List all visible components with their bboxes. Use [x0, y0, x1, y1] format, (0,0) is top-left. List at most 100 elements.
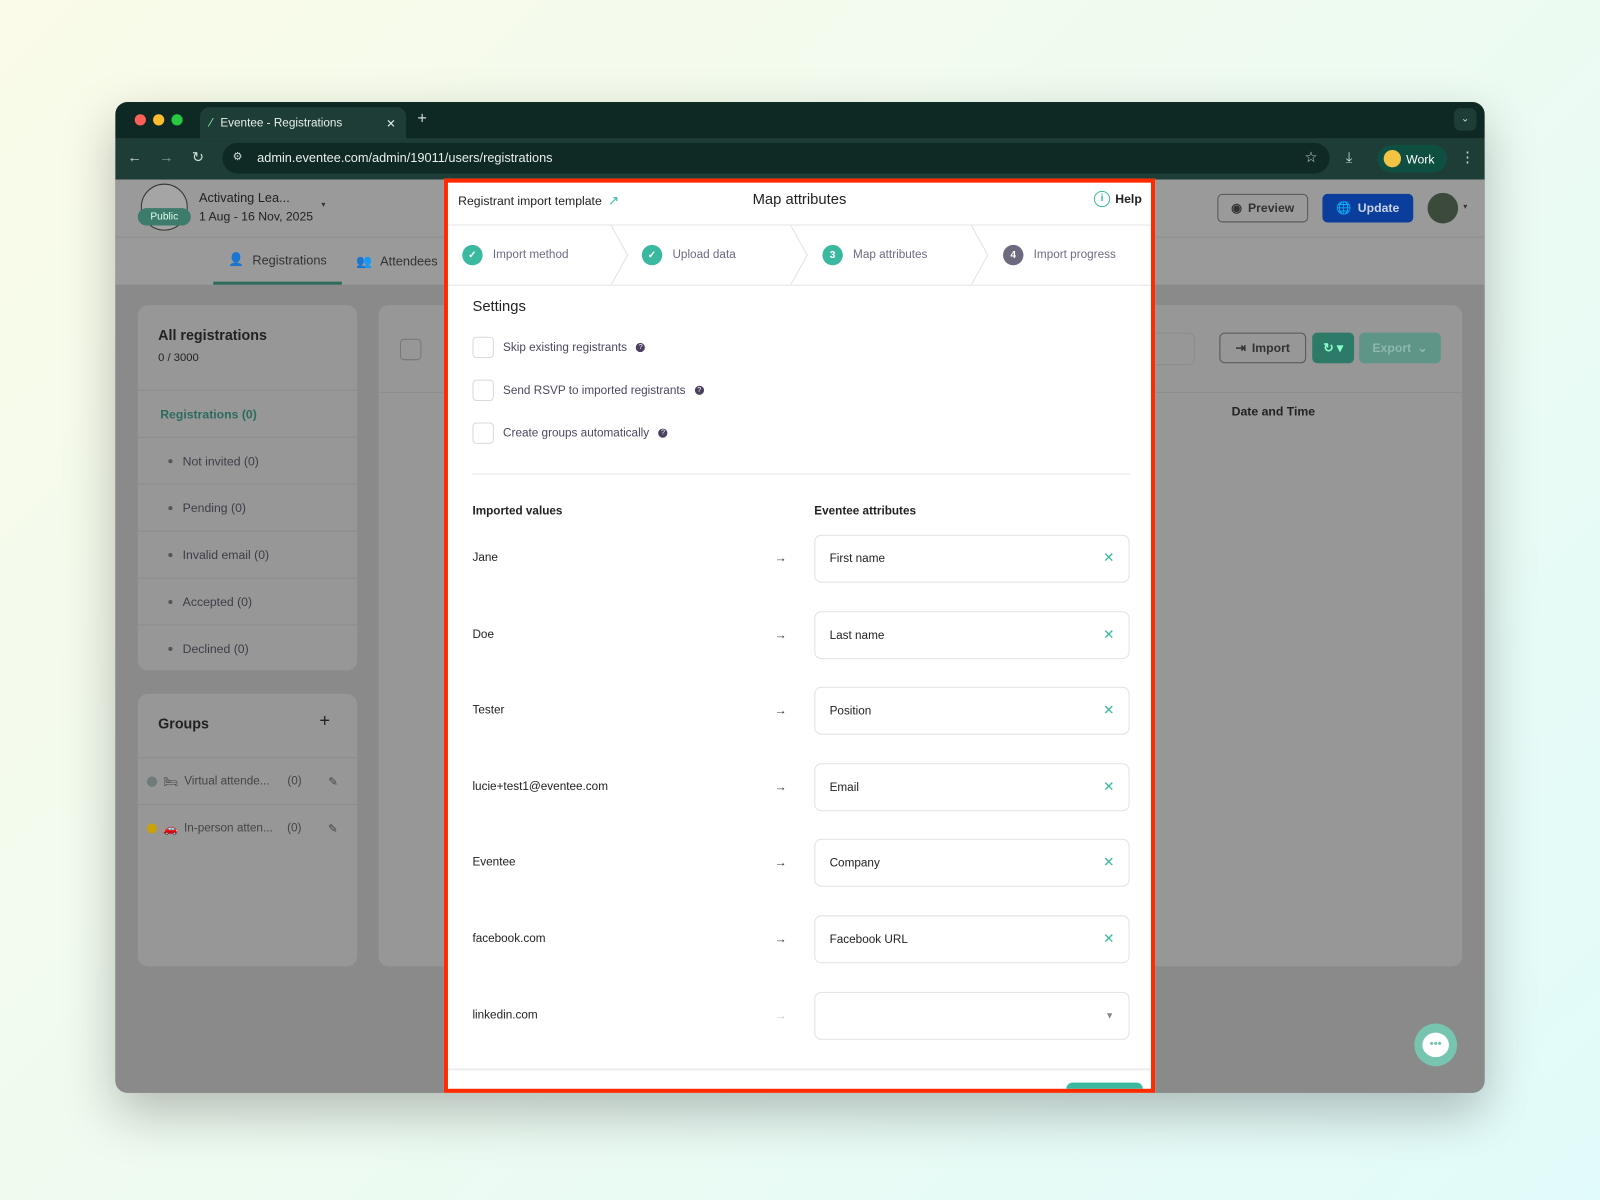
export-button[interactable]: Export ⌄ — [1359, 332, 1441, 364]
settings-title: Settings — [472, 298, 526, 316]
step-upload-data[interactable]: ✓ Upload data — [641, 226, 736, 285]
info-icon: i — [1093, 190, 1111, 208]
help-button[interactable]: i Help — [1093, 190, 1142, 208]
attribute-select[interactable]: Company ✕ — [814, 838, 1130, 887]
user-avatar[interactable] — [1427, 192, 1459, 224]
clear-icon[interactable]: ✕ — [1103, 627, 1114, 643]
mapping-row: linkedin.com → ▼ — [472, 991, 1130, 1040]
dropdown-caret-icon[interactable]: ▼ — [1105, 1010, 1114, 1020]
bookmark-star-icon[interactable]: ☆ — [1305, 149, 1318, 166]
attribute-select[interactable]: First name ✕ — [814, 534, 1130, 583]
groups-panel: Groups + 🛏 Virtual attende... (0) ✎ 🚗 In… — [137, 693, 358, 967]
attribute-select[interactable]: Facebook URL ✕ — [814, 915, 1130, 964]
continue-button[interactable] — [1066, 1082, 1143, 1089]
tab-attendees[interactable]: 👥 Attendees — [356, 238, 438, 285]
arrow-right-icon: → — [774, 627, 787, 642]
skip-existing-checkbox[interactable] — [472, 336, 494, 359]
registrations-sidebar: All registrations 0 / 3000 Registrations… — [137, 305, 358, 671]
send-rsvp-option[interactable]: Send RSVP to imported registrants? — [472, 379, 704, 402]
import-button[interactable]: ⇥ Import — [1219, 332, 1307, 364]
group-count: (0) — [287, 774, 302, 788]
clear-icon[interactable]: ✕ — [1103, 550, 1114, 566]
reload-icon[interactable]: ↻ — [192, 149, 204, 166]
event-name[interactable]: Activating Lea... — [199, 191, 290, 205]
create-groups-checkbox[interactable] — [472, 422, 494, 444]
browser-menu-icon[interactable]: ⋮ — [1460, 149, 1474, 166]
check-icon: ✓ — [641, 244, 663, 266]
clear-icon[interactable]: ✕ — [1103, 854, 1114, 870]
preview-button[interactable]: ◉ Preview — [1217, 193, 1309, 223]
imported-values-header: Imported values — [472, 505, 563, 518]
sidebar-item-not-invited[interactable]: Not invited (0) — [137, 436, 358, 484]
sidebar-item-accepted[interactable]: Accepted (0) — [137, 577, 358, 625]
group-name: Virtual attende... — [184, 774, 270, 788]
users-icon: 👥 — [356, 253, 373, 268]
step-import-method[interactable]: ✓ Import method — [462, 226, 569, 285]
help-icon[interactable]: ? — [694, 385, 704, 395]
close-tab-icon[interactable]: ✕ — [386, 116, 396, 130]
address-bar[interactable]: ⚙ admin.eventee.com/admin/19011/users/re… — [222, 142, 1330, 174]
group-item[interactable]: 🛏 Virtual attende... (0) ✎ — [137, 757, 358, 804]
mapping-row: lucie+test1@eventee.com → Email ✕ — [472, 763, 1130, 812]
close-window-button[interactable] — [134, 114, 146, 126]
add-group-icon[interactable]: + — [319, 710, 330, 731]
select-all-checkbox[interactable] — [399, 338, 422, 361]
tab-search-icon[interactable]: ⌄ — [1454, 108, 1477, 131]
browser-tab[interactable]: ⁄ Eventee - Registrations ✕ — [199, 107, 407, 139]
mapping-row: Doe → Last name ✕ — [472, 611, 1130, 660]
group-item[interactable]: 🚗 In-person atten... (0) ✎ — [137, 804, 358, 851]
profile-avatar-icon — [1383, 149, 1402, 168]
profile-button[interactable]: Work — [1377, 144, 1447, 173]
attribute-select[interactable]: Position ✕ — [814, 686, 1130, 735]
sidebar-item-invalid-email[interactable]: Invalid email (0) — [137, 530, 358, 578]
event-dates: 1 Aug - 16 Nov, 2025 — [198, 209, 314, 224]
edit-group-icon[interactable]: ✎ — [328, 774, 338, 788]
update-button[interactable]: 🌐 Update — [1322, 193, 1414, 223]
back-icon[interactable]: ← — [128, 149, 142, 165]
user-menu-icon[interactable]: ▾ — [1463, 202, 1467, 211]
clear-icon[interactable]: ✕ — [1103, 779, 1114, 795]
minimize-window-button[interactable] — [153, 114, 165, 126]
sidebar-item-registrations[interactable]: Registrations (0) — [137, 389, 358, 437]
step-import-progress[interactable]: 4 Import progress — [1003, 226, 1116, 285]
sidebar-item-declined[interactable]: Declined (0) — [137, 624, 358, 671]
sync-icon: ↻ ▾ — [1323, 340, 1344, 356]
chat-bubble-icon: ••• — [1422, 1032, 1449, 1058]
edit-group-icon[interactable]: ✎ — [328, 821, 338, 835]
stepper: ✓ Import method ✓ Upload data 3 Map attribu… — [447, 225, 1152, 286]
sync-button[interactable]: ↻ ▾ — [1312, 332, 1355, 364]
arrow-right-icon: → — [774, 703, 787, 718]
send-rsvp-checkbox[interactable] — [472, 379, 494, 402]
forward-icon[interactable]: → — [159, 149, 173, 165]
column-header-date[interactable]: Date and Time — [1232, 404, 1315, 418]
maximize-window-button[interactable] — [171, 114, 183, 126]
modal-title: Map attributes — [752, 191, 847, 209]
mapping-row: Jane → First name ✕ — [472, 534, 1130, 583]
arrow-right-icon: → — [774, 1008, 787, 1023]
step-map-attributes[interactable]: 3 Map attributes — [822, 226, 927, 285]
url-text: admin.eventee.com/admin/19011/users/regi… — [257, 151, 553, 166]
help-icon[interactable]: ? — [658, 428, 668, 438]
clear-icon[interactable]: ✕ — [1103, 702, 1114, 718]
arrow-right-icon: → — [774, 931, 787, 946]
arrow-right-icon: → — [774, 779, 787, 794]
event-dropdown-icon[interactable]: ▾ — [321, 200, 325, 209]
attribute-select[interactable]: Last name ✕ — [814, 611, 1130, 660]
skip-existing-option[interactable]: Skip existing registrants? — [472, 336, 646, 359]
attribute-select[interactable]: Email ✕ — [814, 763, 1130, 812]
help-icon[interactable]: ? — [636, 342, 646, 353]
attribute-select[interactable]: ▼ — [814, 991, 1130, 1040]
clear-icon[interactable]: ✕ — [1103, 931, 1114, 947]
site-settings-icon[interactable]: ⚙ — [233, 150, 243, 163]
eventee-attributes-header: Eventee attributes — [814, 505, 917, 518]
sidebar-item-pending[interactable]: Pending (0) — [137, 483, 358, 531]
registration-count: 0 / 3000 — [158, 352, 199, 365]
chat-button[interactable]: ••• — [1414, 1023, 1458, 1067]
new-tab-icon[interactable]: + — [417, 110, 427, 128]
step-separator — [970, 225, 989, 285]
group-name: In-person atten... — [184, 821, 273, 835]
import-modal: Registrant import template ↗ Map attribut… — [443, 178, 1156, 1093]
create-groups-option[interactable]: Create groups automatically? — [472, 422, 668, 444]
download-icon[interactable]: ⤓ — [1346, 149, 1352, 166]
tab-registrations[interactable]: 👤 Registrations — [213, 238, 342, 285]
